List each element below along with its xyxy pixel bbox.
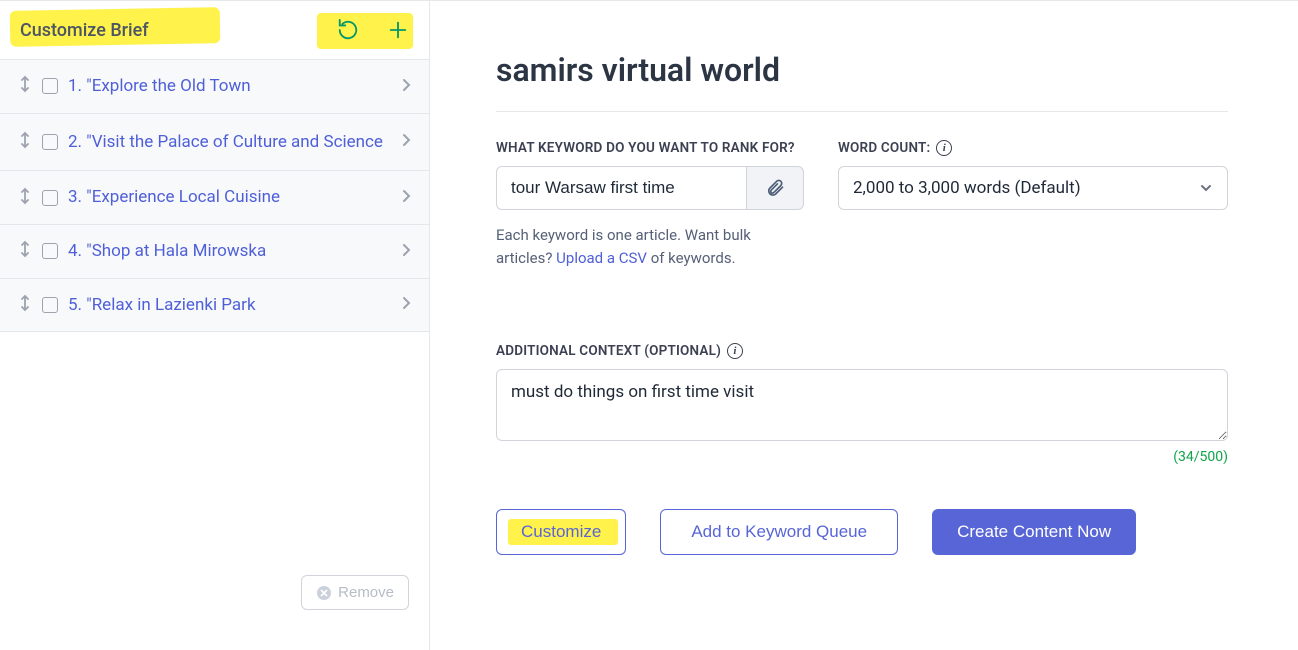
upload-csv-link[interactable]: Upload a CSV <box>556 249 647 267</box>
remove-icon <box>316 585 332 601</box>
refresh-icon[interactable] <box>337 19 359 41</box>
chevron-right-icon <box>401 188 411 207</box>
wordcount-column: WORD COUNT: i 2,000 to 3,000 words (Defa… <box>838 140 1228 269</box>
remove-button-label: Remove <box>338 584 394 601</box>
info-icon[interactable]: i <box>727 343 743 359</box>
create-content-button[interactable]: Create Content Now <box>932 509 1136 555</box>
sidebar-header: Customize Brief <box>0 1 429 60</box>
context-label-text: ADDITIONAL CONTEXT (OPTIONAL) <box>496 343 721 359</box>
brief-item[interactable]: 3. "Experience Local Cuisine <box>0 171 429 225</box>
brief-item[interactable]: 2. "Visit the Palace of Culture and Scie… <box>0 114 429 172</box>
paperclip-icon <box>765 178 785 198</box>
wordcount-label-text: WORD COUNT: <box>838 140 930 156</box>
chevron-right-icon <box>401 77 411 96</box>
sidebar-footer: Remove <box>0 557 429 650</box>
sidebar: Customize Brief 1. "Explore the Old Town <box>0 1 430 650</box>
brief-checkbox[interactable] <box>42 190 58 206</box>
wordcount-label: WORD COUNT: i <box>838 140 1228 156</box>
drag-handle-icon[interactable] <box>18 187 32 209</box>
keyword-column: WHAT KEYWORD DO YOU WANT TO RANK FOR? Ea… <box>496 140 804 269</box>
brief-item[interactable]: 1. "Explore the Old Town <box>0 60 429 114</box>
context-label: ADDITIONAL CONTEXT (OPTIONAL) i <box>496 343 1228 359</box>
page-title: samirs virtual world <box>496 51 1228 112</box>
drag-handle-icon[interactable] <box>18 294 32 316</box>
brief-item[interactable]: 4. "Shop at Hala Mirowska <box>0 225 429 279</box>
button-row: Customize Add to Keyword Queue Create Co… <box>496 509 1228 555</box>
customize-button[interactable]: Customize <box>496 509 626 555</box>
char-count: (34/500) <box>496 449 1228 465</box>
chevron-right-icon <box>401 295 411 314</box>
help-text-part2: of keywords. <box>647 249 736 267</box>
info-icon[interactable]: i <box>936 140 952 156</box>
keyword-label: WHAT KEYWORD DO YOU WANT TO RANK FOR? <box>496 140 804 156</box>
drag-handle-icon[interactable] <box>18 240 32 262</box>
chevron-down-icon <box>1199 181 1213 195</box>
keyword-help-text: Each keyword is one article. Want bulk a… <box>496 224 804 269</box>
app-root: Customize Brief 1. "Explore the Old Town <box>0 0 1298 650</box>
drag-handle-icon[interactable] <box>18 131 32 153</box>
brief-item-label: 2. "Visit the Palace of Culture and Scie… <box>68 130 391 155</box>
customize-button-wrap: Customize <box>496 509 626 555</box>
brief-list: 1. "Explore the Old Town 2. "Visit the P… <box>0 60 429 332</box>
main-panel: samirs virtual world WHAT KEYWORD DO YOU… <box>430 1 1298 650</box>
wordcount-value: 2,000 to 3,000 words (Default) <box>853 178 1081 198</box>
brief-item[interactable]: 5. "Relax in Lazienki Park <box>0 279 429 333</box>
wordcount-select[interactable]: 2,000 to 3,000 words (Default) <box>838 166 1228 210</box>
brief-item-label: 4. "Shop at Hala Mirowska <box>68 239 391 264</box>
sidebar-title: Customize Brief <box>20 20 149 41</box>
brief-checkbox[interactable] <box>42 297 58 313</box>
brief-checkbox[interactable] <box>42 134 58 150</box>
form-row: WHAT KEYWORD DO YOU WANT TO RANK FOR? Ea… <box>496 140 1228 269</box>
sidebar-header-icons <box>337 19 409 41</box>
drag-handle-icon[interactable] <box>18 75 32 97</box>
chevron-right-icon <box>401 132 411 151</box>
context-textarea[interactable] <box>496 369 1228 441</box>
keyword-input-group <box>496 166 804 210</box>
add-to-queue-button[interactable]: Add to Keyword Queue <box>660 509 898 555</box>
brief-item-label: 1. "Explore the Old Town <box>68 74 391 99</box>
remove-button[interactable]: Remove <box>301 575 409 610</box>
chevron-right-icon <box>401 242 411 261</box>
brief-checkbox[interactable] <box>42 78 58 94</box>
brief-checkbox[interactable] <box>42 243 58 259</box>
keyword-input[interactable] <box>496 166 746 210</box>
attach-button[interactable] <box>746 166 804 210</box>
context-section: ADDITIONAL CONTEXT (OPTIONAL) i (34/500) <box>496 343 1228 465</box>
add-icon[interactable] <box>387 19 409 41</box>
brief-item-label: 3. "Experience Local Cuisine <box>68 185 391 210</box>
brief-item-label: 5. "Relax in Lazienki Park <box>68 293 391 318</box>
